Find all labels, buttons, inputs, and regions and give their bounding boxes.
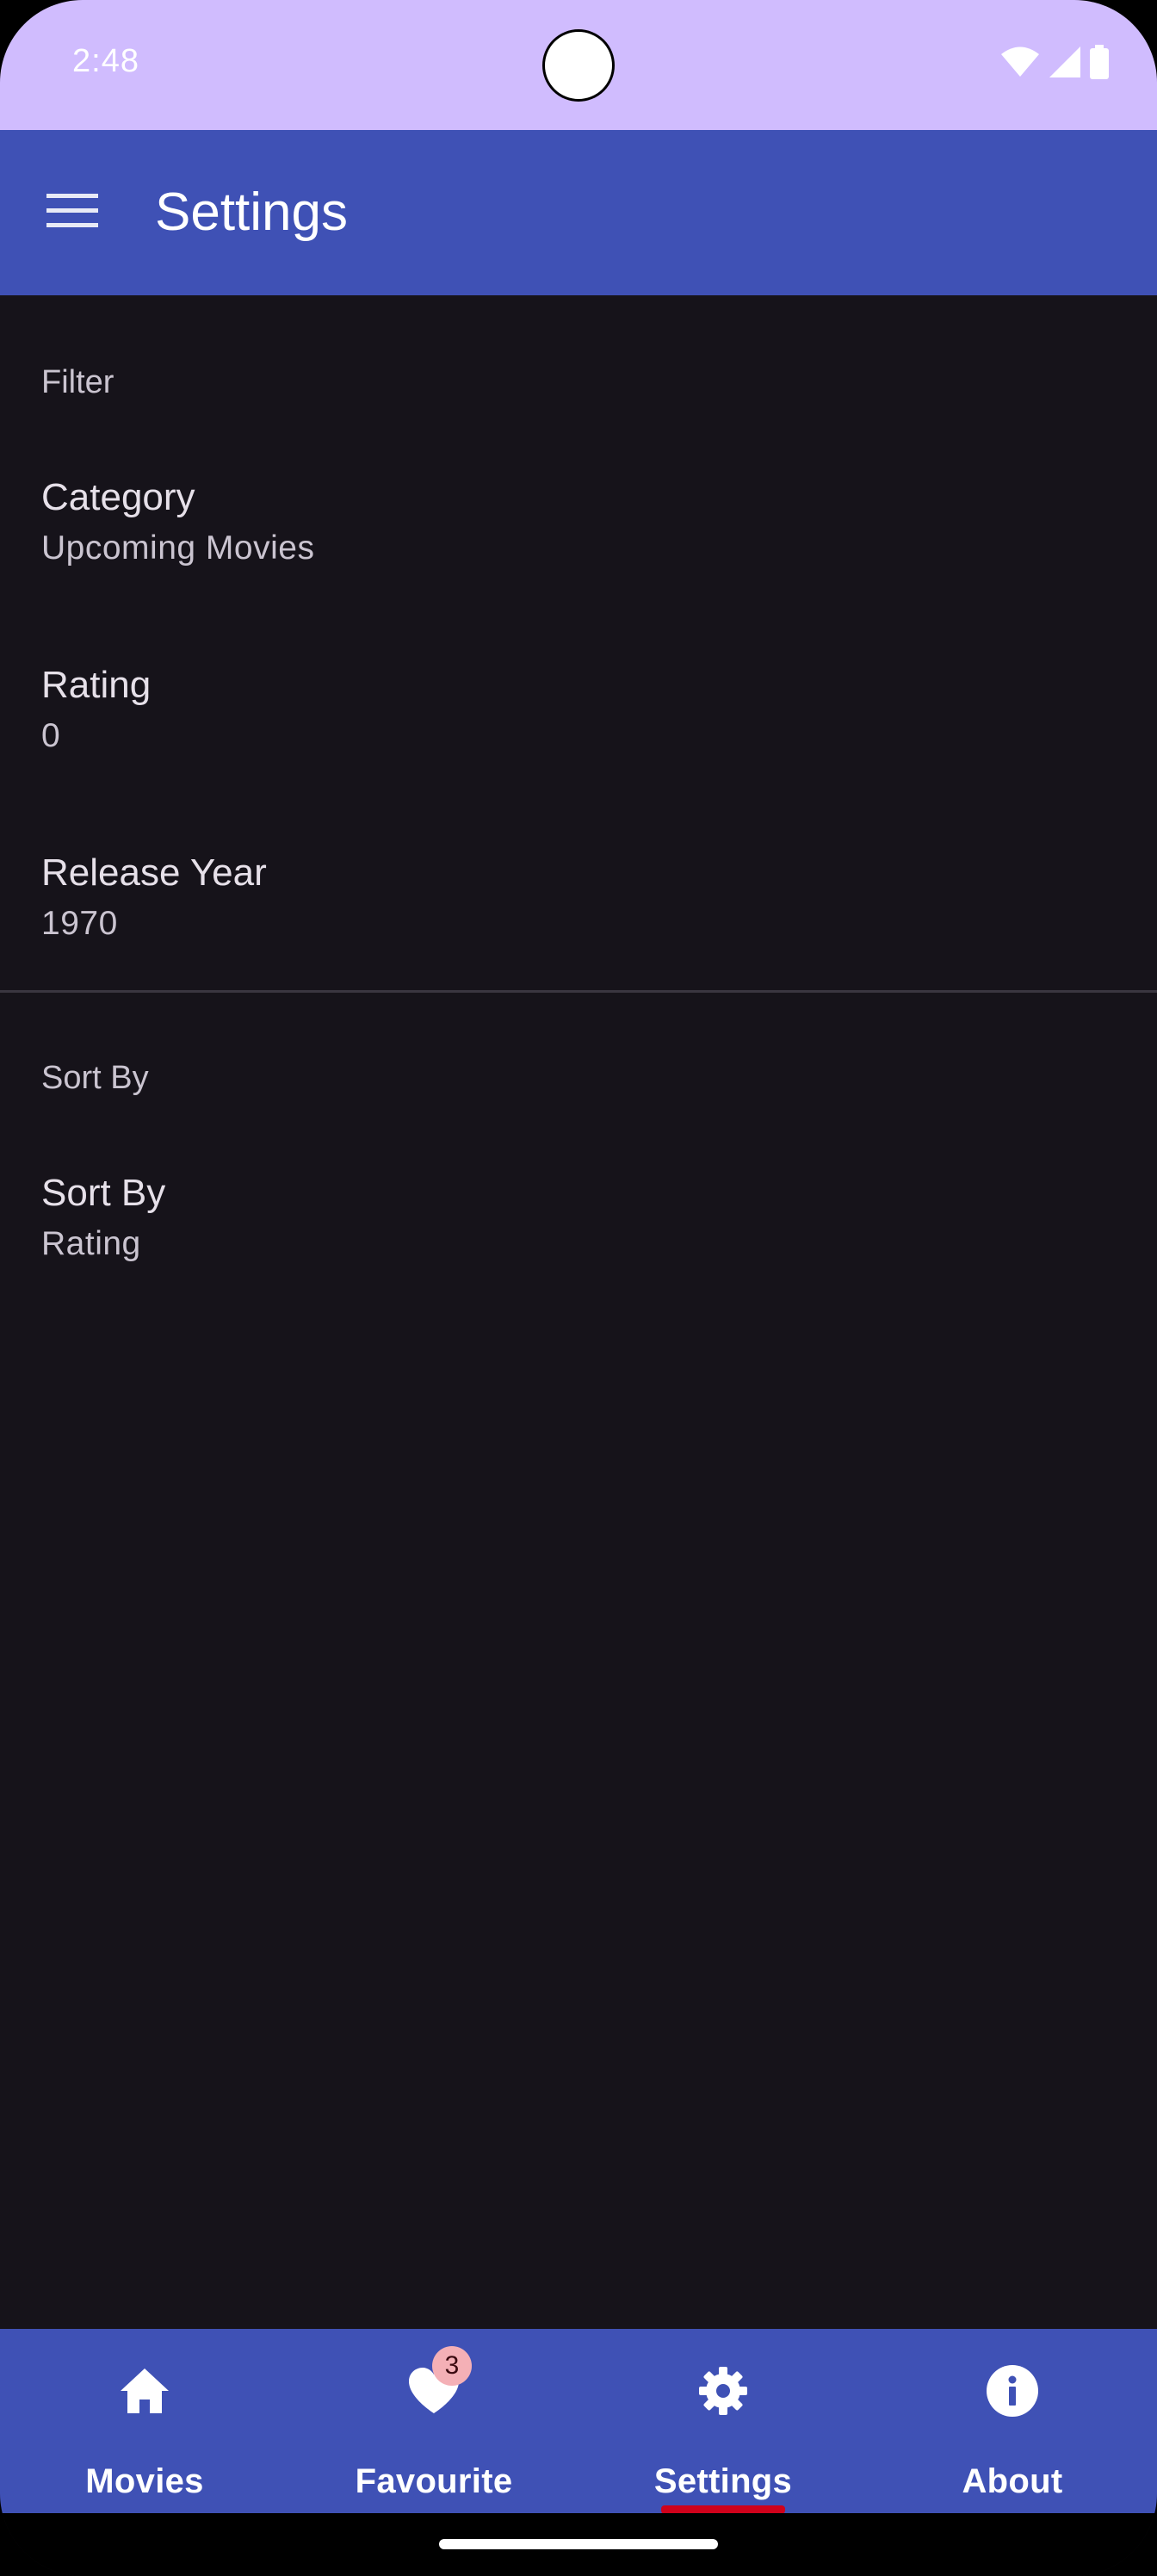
rating-preference[interactable]: Rating 0 [0,664,1157,836]
nav-item-movies[interactable]: Movies [0,2329,289,2513]
menu-button[interactable] [34,178,110,247]
home-gesture-handle[interactable] [439,2539,718,2549]
phone-screen: 2:48 Settings Filter Category Upcoming M… [0,0,1157,2576]
home-icon [114,2360,176,2422]
nav-item-settings[interactable]: Settings [578,2329,868,2513]
status-time: 2:48 [72,43,139,79]
status-bar: 2:48 [0,0,1157,130]
preference-summary: Upcoming Movies [41,529,315,567]
signal-icon [1049,46,1081,78]
top-app-bar: Settings [0,130,1157,295]
sort-category-header: Sort By [41,1060,149,1096]
nav-label-movies: Movies [85,2462,204,2500]
bottom-navigation: Movies Favourite Settings About [0,2329,1157,2513]
nav-label-settings: Settings [653,2462,793,2500]
category-preference[interactable]: Category Upcoming Movies [0,476,1157,648]
wifi-icon [1000,46,1040,77]
preference-title: Category [41,476,195,518]
preference-summary: Rating [41,1225,141,1262]
favourite-count-badge: 3 [432,2346,472,2386]
sort-by-preference[interactable]: Sort By Rating [0,1172,1157,1344]
filter-category-header: Filter [41,364,114,400]
preference-summary: 1970 [41,905,118,942]
status-icons [1000,45,1109,79]
front-camera-cutout [542,29,615,102]
section-divider [0,990,1157,993]
hamburger-menu-icon [46,192,98,234]
nav-label-favourite: Favourite [355,2462,513,2500]
release-year-preference[interactable]: Release Year 1970 [0,851,1157,1024]
info-icon [981,2360,1043,2422]
gear-icon [692,2360,754,2422]
page-title: Settings [155,183,349,242]
nav-label-about: About [962,2462,1063,2500]
preference-title: Sort By [41,1172,166,1214]
preference-title: Release Year [41,851,267,894]
nav-item-about[interactable]: About [868,2329,1157,2513]
battery-icon [1090,45,1109,79]
preference-summary: 0 [41,717,61,754]
preference-title: Rating [41,664,152,706]
